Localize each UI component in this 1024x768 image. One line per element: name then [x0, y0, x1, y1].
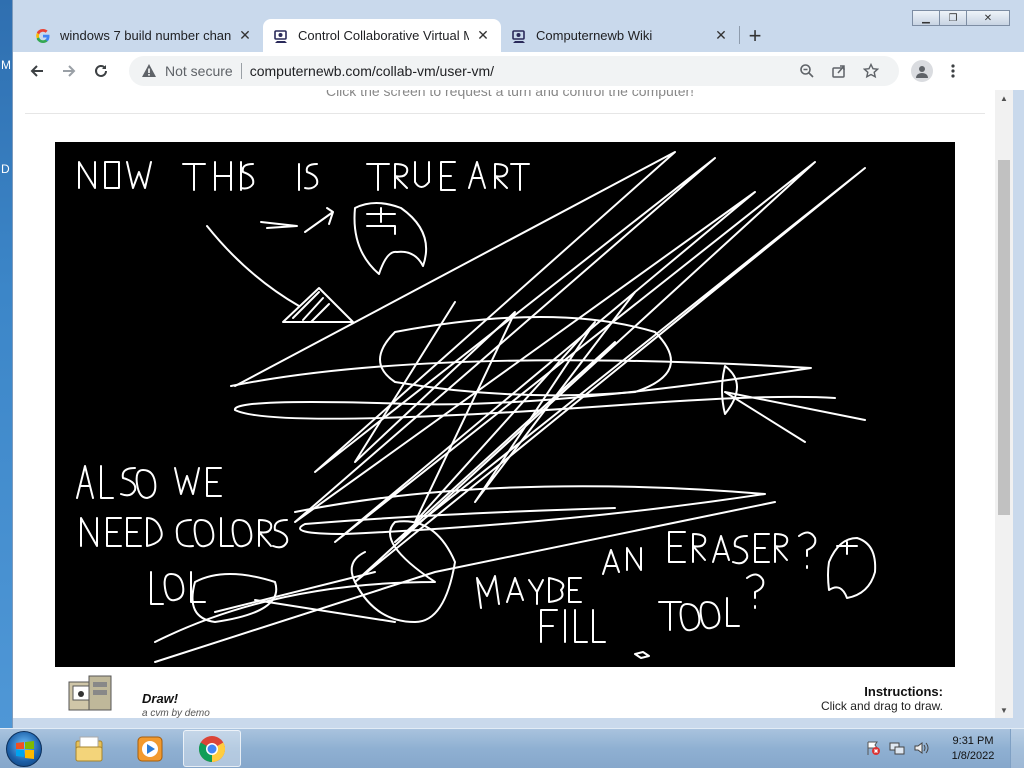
person-icon	[916, 66, 928, 78]
window-controls: ▁ ❐ ✕	[912, 10, 1010, 26]
browser-window: ▁ ❐ ✕ windows 7 build number change ✕ Co…	[12, 0, 1024, 728]
reload-icon	[95, 64, 107, 77]
profile-avatar[interactable]	[911, 60, 933, 82]
explorer-icon	[75, 736, 103, 761]
show-desktop-button[interactable]	[1010, 729, 1024, 768]
address-bar[interactable]: Not secure computernewb.com/collab-vm/us…	[129, 56, 899, 86]
tab-computernewb-wiki[interactable]: Computernewb Wiki ✕	[501, 19, 739, 52]
scroll-down-arrow-icon[interactable]: ▼	[995, 702, 1013, 718]
maximize-button[interactable]: ❐	[939, 10, 967, 26]
desktop-label-m: M	[1, 58, 11, 72]
share-icon[interactable]	[823, 59, 855, 83]
system-tray	[864, 739, 936, 757]
bookmark-star-icon[interactable]	[855, 59, 887, 83]
page-scrollbar[interactable]: ▲ ▼	[995, 90, 1013, 718]
page-divider	[25, 113, 985, 114]
kebab-menu-icon	[951, 64, 955, 78]
media-player-icon	[137, 736, 163, 761]
app-title: Draw!	[142, 691, 179, 706]
google-g-icon	[35, 28, 51, 44]
tab-google-search[interactable]: windows 7 build number change ✕	[25, 19, 263, 52]
back-button[interactable]	[23, 57, 51, 85]
web-page: Click the screen to request a turn and c…	[13, 90, 1007, 718]
tab-collabvm[interactable]: Control Collaborative Virtual Ma ✕	[263, 19, 501, 52]
start-button[interactable]	[6, 731, 42, 767]
taskbar: 9:31 PM 1/8/2022	[0, 728, 1024, 768]
taskbar-chrome[interactable]	[183, 730, 241, 767]
navigation-toolbar: Not secure computernewb.com/collab-vm/us…	[13, 52, 1024, 90]
vm-display-canvas[interactable]	[55, 142, 955, 667]
windows-logo-icon	[16, 741, 34, 759]
omnibox-divider	[240, 63, 242, 79]
action-center-flag-icon[interactable]	[864, 739, 882, 757]
collabvm-icon	[273, 28, 289, 44]
network-icon[interactable]	[888, 739, 906, 757]
chrome-icon	[198, 735, 226, 762]
taskbar-media-player[interactable]	[121, 730, 179, 767]
toolbar-right	[905, 57, 971, 85]
app-thumbnail-icon	[65, 672, 117, 716]
desktop-background: M D	[0, 0, 12, 728]
zoom-icon[interactable]	[791, 59, 823, 83]
clock-time: 9:31 PM	[952, 735, 994, 747]
url-text[interactable]: computernewb.com/collab-vm/user-vm/	[250, 63, 791, 79]
tab-strip: windows 7 build number change ✕ Control …	[25, 18, 770, 52]
scroll-thumb[interactable]	[998, 160, 1010, 515]
arrow-left-icon	[30, 65, 43, 77]
desktop-label-d: D	[1, 162, 10, 176]
tab-title: windows 7 build number change	[60, 28, 231, 43]
volume-icon[interactable]	[912, 739, 930, 757]
tab-title: Control Collaborative Virtual Ma	[298, 28, 469, 43]
close-tab-icon[interactable]: ✕	[237, 27, 253, 44]
app-author: a cvm by demo	[142, 708, 210, 718]
close-window-button[interactable]: ✕	[966, 10, 1010, 26]
taskbar-clock[interactable]: 9:31 PM 1/8/2022	[944, 734, 1002, 764]
scroll-up-arrow-icon[interactable]: ▲	[995, 90, 1013, 106]
turn-request-hint: Click the screen to request a turn and c…	[325, 90, 695, 99]
minimize-button[interactable]: ▁	[912, 10, 940, 26]
clock-date: 1/8/2022	[951, 750, 995, 762]
instructions-heading: Instructions:	[864, 684, 943, 699]
forward-button[interactable]	[55, 57, 83, 85]
chrome-menu-button[interactable]	[939, 57, 967, 85]
security-label[interactable]: Not secure	[165, 63, 233, 79]
arrow-right-icon	[63, 65, 76, 77]
new-tab-button[interactable]: +	[740, 19, 770, 52]
close-tab-icon[interactable]: ✕	[475, 27, 491, 44]
collabvm-icon	[511, 28, 527, 44]
drawing-sketch	[76, 151, 877, 663]
tab-title: Computernewb Wiki	[536, 28, 653, 43]
instructions-text: Click and drag to draw.	[820, 699, 943, 713]
warning-icon	[142, 64, 156, 77]
reload-button[interactable]	[87, 57, 115, 85]
taskbar-explorer[interactable]	[60, 730, 118, 767]
close-tab-icon[interactable]: ✕	[713, 27, 729, 44]
